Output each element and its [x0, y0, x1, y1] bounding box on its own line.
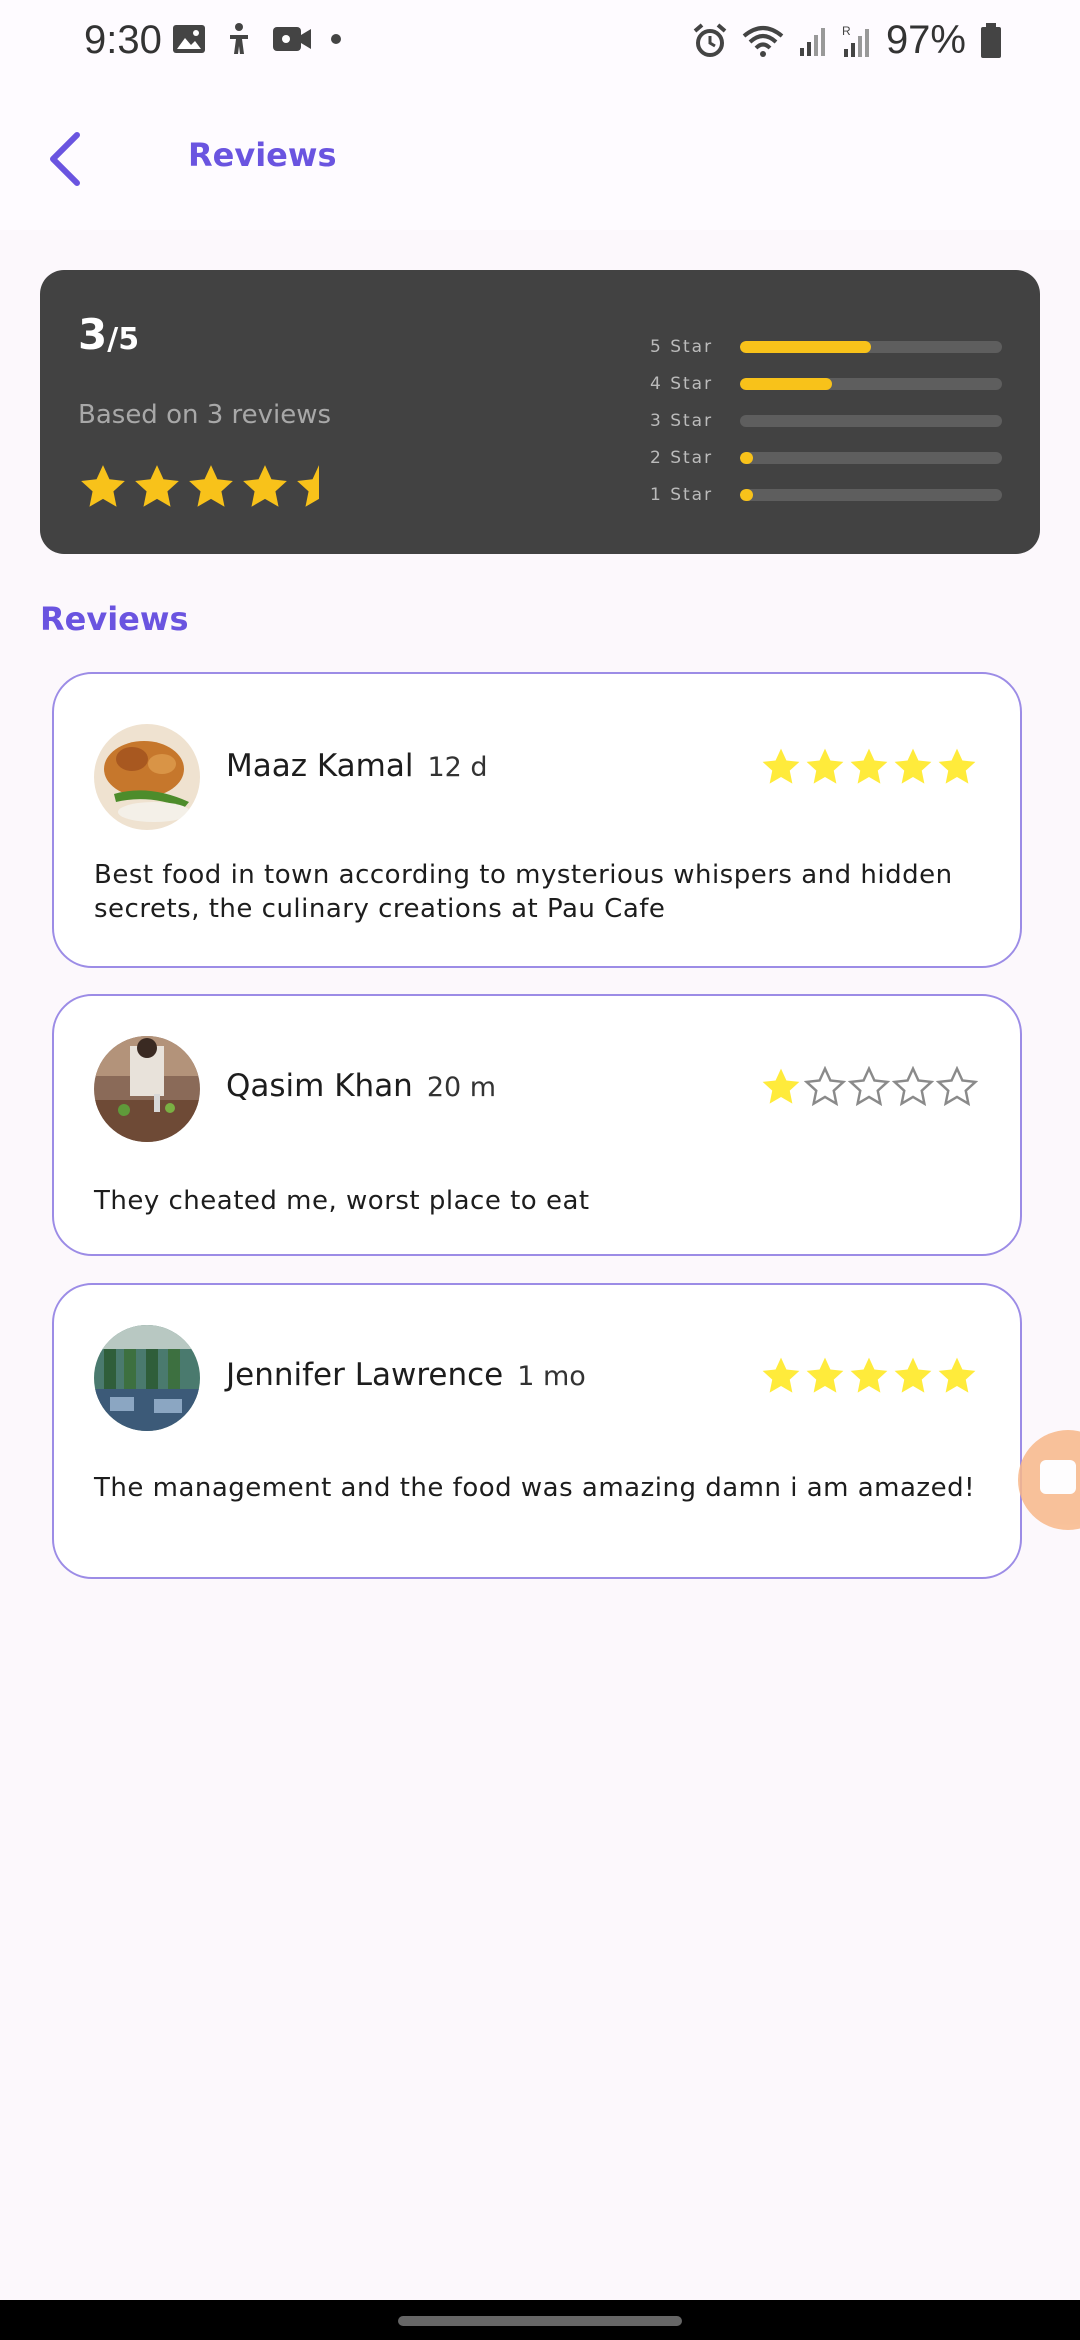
- review-card: Jennifer Lawrence 1 mo The management and…: [52, 1283, 1022, 1579]
- star-icon: [850, 748, 888, 784]
- reviewer-name-text: Jennifer Lawrence: [226, 1357, 504, 1393]
- reviewer-name: Maaz Kamal 12 d: [226, 748, 488, 784]
- accessibility-icon: [230, 23, 248, 54]
- reviewer-name: Jennifer Lawrence 1 mo: [226, 1357, 586, 1393]
- review-time: 1 mo: [517, 1361, 586, 1392]
- battery-percent: 97%: [885, 18, 966, 62]
- review-count-text: Based on 3 reviews: [78, 400, 332, 430]
- star-icon: [806, 1357, 844, 1393]
- star-icon: [938, 1357, 976, 1393]
- image-icon: [173, 25, 205, 53]
- app-bar: Reviews: [0, 84, 1080, 230]
- svg-text:R: R: [842, 24, 851, 38]
- star-icon: [894, 748, 932, 784]
- rating-bar-track: [740, 377, 1002, 390]
- summary-star-rating: [78, 462, 344, 512]
- star-outline-icon: [848, 1066, 890, 1107]
- star-outline-icon: [804, 1066, 846, 1107]
- star-icon: [806, 748, 844, 784]
- review-time: 20 m: [426, 1072, 497, 1103]
- signal-roaming-icon: R: [842, 24, 869, 57]
- dot-icon: [331, 34, 341, 44]
- star-outline-icon: [936, 1066, 978, 1107]
- review-text: Best food in town according to mysteriou…: [94, 860, 953, 924]
- star-outline-icon: [892, 1066, 934, 1107]
- rating-bar-row: 1 Star: [650, 476, 1010, 513]
- star-icon: [762, 1357, 800, 1393]
- star-icon: [894, 1357, 932, 1393]
- review-star-rating: [760, 1066, 978, 1108]
- back-button[interactable]: [30, 124, 100, 194]
- rating-bar-fill: [740, 451, 754, 464]
- reviewer-name-text: Maaz Kamal: [226, 748, 414, 784]
- star-icon: [762, 1068, 800, 1104]
- rating-bar-fill: [740, 488, 754, 501]
- star-icon: [135, 465, 179, 507]
- rating-bar-fill: [740, 340, 871, 353]
- review-card: Qasim Khan 20 m They cheated me, worst pl…: [52, 994, 1022, 1256]
- status-notification-icons: [172, 22, 342, 56]
- avatar: [94, 724, 200, 830]
- rating-summary-card: 3/5 Based on 3 reviews 5 Star 4 Star 3 Sta…: [40, 270, 1040, 554]
- page-title: Reviews: [188, 136, 337, 174]
- rating-bar-track: [740, 488, 1002, 501]
- wifi-icon: [742, 25, 784, 57]
- score-value: 3: [78, 310, 108, 359]
- rating-distribution: 5 Star 4 Star 3 Star 2 Star 1 Star: [650, 328, 1010, 513]
- reviewer-name: Qasim Khan 20 m: [226, 1068, 496, 1104]
- review-text: The management and the food was amazing …: [94, 1473, 976, 1503]
- rating-bar-row: 5 Star: [650, 328, 1010, 365]
- section-title-reviews: Reviews: [40, 600, 189, 638]
- video-camera-icon: [273, 27, 311, 51]
- star-icon: [850, 1357, 888, 1393]
- average-score: 3/5: [78, 310, 139, 359]
- camera-icon: [1040, 1460, 1076, 1494]
- review-card: Maaz Kamal 12 d Best food in town accordi…: [52, 672, 1022, 968]
- avatar: [94, 1325, 200, 1431]
- star-icon: [938, 748, 976, 784]
- floating-camera-button[interactable]: [1018, 1430, 1080, 1530]
- signal-icon: [799, 27, 825, 56]
- review-text: They cheated me, worst place to eat: [94, 1186, 590, 1216]
- rating-bar-label: 4 Star: [650, 373, 714, 394]
- chevron-left-icon: [50, 132, 80, 186]
- star-icon: [762, 748, 800, 784]
- star-icon: [243, 465, 287, 507]
- rating-bar-row: 4 Star: [650, 365, 1010, 402]
- rating-bar-row: 3 Star: [650, 402, 1010, 439]
- star-icon: [189, 465, 233, 507]
- rating-bar-track: [740, 340, 1002, 353]
- reviewer-name-text: Qasim Khan: [226, 1068, 413, 1104]
- review-time: 12 d: [427, 752, 488, 783]
- battery-icon: [981, 22, 1001, 58]
- rating-bar-fill: [740, 377, 832, 390]
- rating-bar-row: 2 Star: [650, 439, 1010, 476]
- star-icon: [81, 465, 125, 507]
- status-bar: 9:30 R 97%: [0, 0, 1080, 84]
- rating-bar-track: [740, 414, 1002, 427]
- home-gesture-handle[interactable]: [398, 2316, 682, 2326]
- rating-bar-label: 3 Star: [650, 410, 714, 431]
- status-time: 9:30: [84, 18, 162, 62]
- score-max: /5: [107, 322, 140, 357]
- alarm-icon: [693, 22, 727, 57]
- review-star-rating: [760, 746, 978, 788]
- avatar: [94, 1036, 200, 1142]
- rating-bar-label: 2 Star: [650, 447, 714, 468]
- navigation-bar: [0, 2300, 1080, 2340]
- review-star-rating: [760, 1355, 978, 1397]
- rating-bar-label: 1 Star: [650, 484, 714, 505]
- status-system-icons: R 97%: [692, 18, 1002, 63]
- star-half-icon: [297, 465, 319, 507]
- rating-bar-track: [740, 451, 1002, 464]
- rating-bar-label: 5 Star: [650, 336, 714, 357]
